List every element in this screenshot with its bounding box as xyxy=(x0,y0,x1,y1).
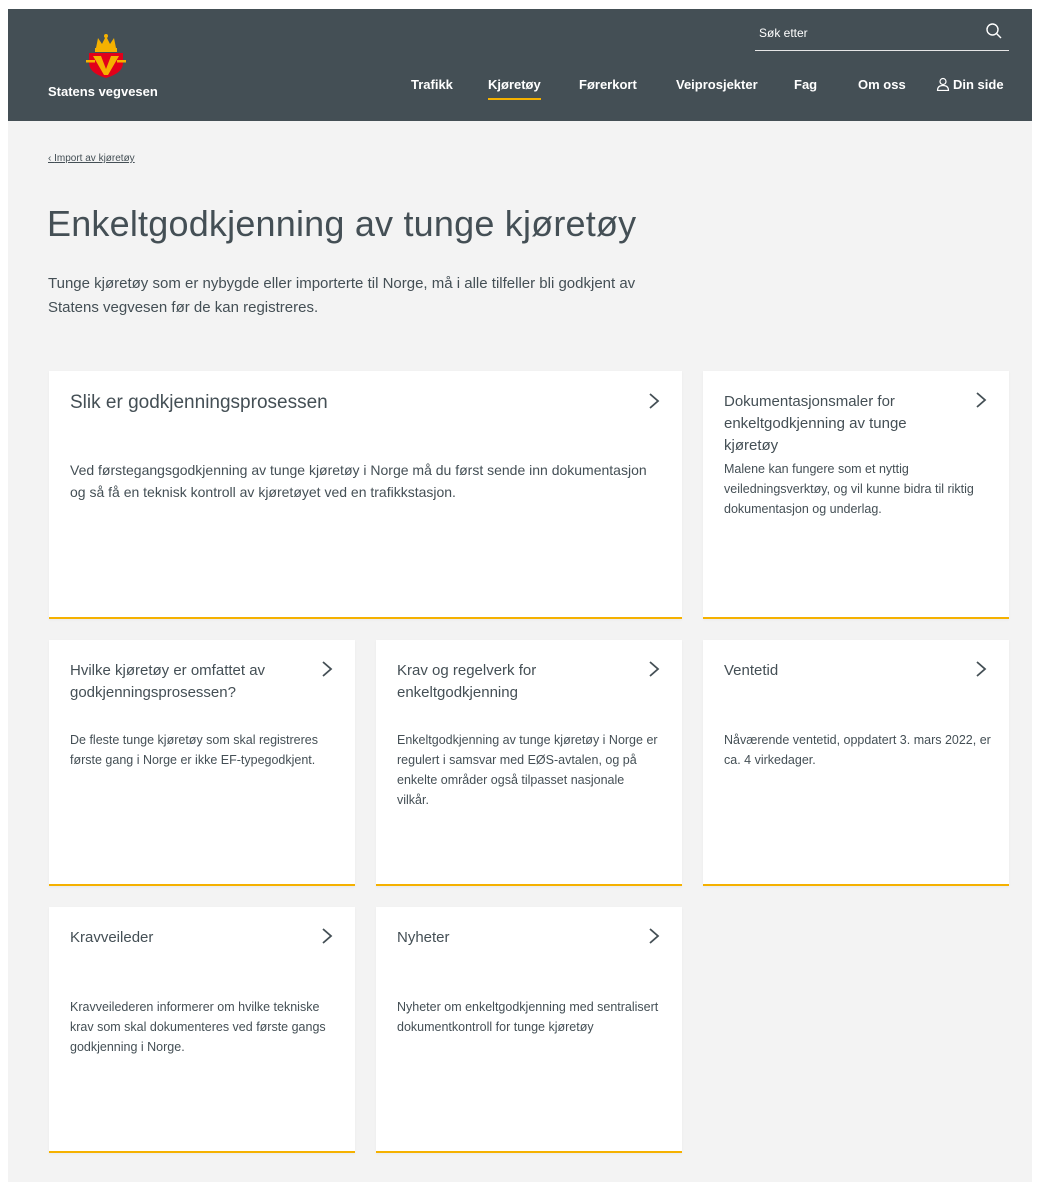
search-input[interactable] xyxy=(755,18,969,48)
card-title: Krav og regelverk for enkeltgodkjenning xyxy=(397,662,537,701)
card-title: Ventetid xyxy=(724,662,779,679)
card-description: Enkeltgodkjenning av tunge kjøretøy i No… xyxy=(397,733,658,807)
card-description: Malene kan fungere som et nyttig veiledn… xyxy=(724,462,974,516)
card-hvilke-kjoretoy[interactable]: Hvilke kjøretøy er omfattet av godkjenni… xyxy=(49,640,355,886)
page-ingress: Tunge kjøretøy som er nybygde eller impo… xyxy=(48,275,636,316)
main-navigation: Trafikk Kjøretøy Førerkort Veiprosjekter… xyxy=(8,75,1032,105)
card-title: Kravveileder xyxy=(70,929,154,946)
user-icon xyxy=(936,77,950,91)
card-title: Dokumentasjonsmaler for enkeltgodkjennin… xyxy=(724,393,907,454)
site-header: Statens vegvesen Trafikk Kjøretøy Førerk… xyxy=(8,9,1032,121)
chevron-right-icon xyxy=(649,661,660,677)
card-description: Nåværende ventetid, oppdatert 3. mars 20… xyxy=(724,733,991,767)
chevron-right-icon xyxy=(649,393,660,409)
nav-item-din-side[interactable]: Din side xyxy=(936,77,1004,98)
card-nyheter[interactable]: Nyheter Nyheter om enkeltgodkjenning med… xyxy=(376,907,682,1153)
card-title: Hvilke kjøretøy er omfattet av godkjenni… xyxy=(70,662,266,701)
card-description: Ved førstegangsgodkjenning av tunge kjør… xyxy=(70,462,647,500)
chevron-right-icon xyxy=(976,392,987,408)
chevron-right-icon xyxy=(976,661,987,677)
nav-item-om-oss[interactable]: Om oss xyxy=(858,77,906,98)
nav-item-kjoretoy[interactable]: Kjøretøy xyxy=(488,77,541,100)
card-krav-og-regelverk[interactable]: Krav og regelverk for enkeltgodkjenning … xyxy=(376,640,682,886)
card-title: Slik er godkjenningsprosessen xyxy=(70,392,328,413)
chevron-right-icon xyxy=(322,928,333,944)
card-title: Nyheter xyxy=(397,929,450,946)
card-description: Kravveilederen informerer om hvilke tekn… xyxy=(70,1000,326,1054)
nav-item-din-side-label: Din side xyxy=(953,77,1004,92)
search-bar xyxy=(755,18,1009,51)
card-kravveileder[interactable]: Kravveileder Kravveilederen informerer o… xyxy=(49,907,355,1153)
nav-item-trafikk[interactable]: Trafikk xyxy=(411,77,453,98)
card-dokumentasjonsmaler[interactable]: Dokumentasjonsmaler for enkeltgodkjennin… xyxy=(703,371,1009,619)
nav-item-veiprosjekter[interactable]: Veiprosjekter xyxy=(676,77,758,98)
search-icon[interactable] xyxy=(985,22,1003,40)
chevron-right-icon xyxy=(649,928,660,944)
breadcrumb-link[interactable]: Import av kjøretøy xyxy=(54,153,135,164)
card-description: Nyheter om enkeltgodkjenning med sentral… xyxy=(397,1000,659,1034)
breadcrumb[interactable]: ‹ Import av kjøretøy xyxy=(48,153,135,164)
nav-item-forerkort[interactable]: Førerkort xyxy=(579,77,637,98)
nav-item-fag[interactable]: Fag xyxy=(794,77,817,98)
chevron-right-icon xyxy=(322,661,333,677)
page-title: Enkeltgodkjenning av tunge kjøretøy xyxy=(47,203,637,244)
card-godkjenningsprosessen[interactable]: Slik er godkjenningsprosessen Ved første… xyxy=(49,371,682,619)
card-ventetid[interactable]: Ventetid Nåværende ventetid, oppdatert 3… xyxy=(703,640,1009,886)
crown-shield-logo-icon xyxy=(86,34,126,78)
card-description: De fleste tunge kjøretøy som skal regist… xyxy=(70,733,318,767)
